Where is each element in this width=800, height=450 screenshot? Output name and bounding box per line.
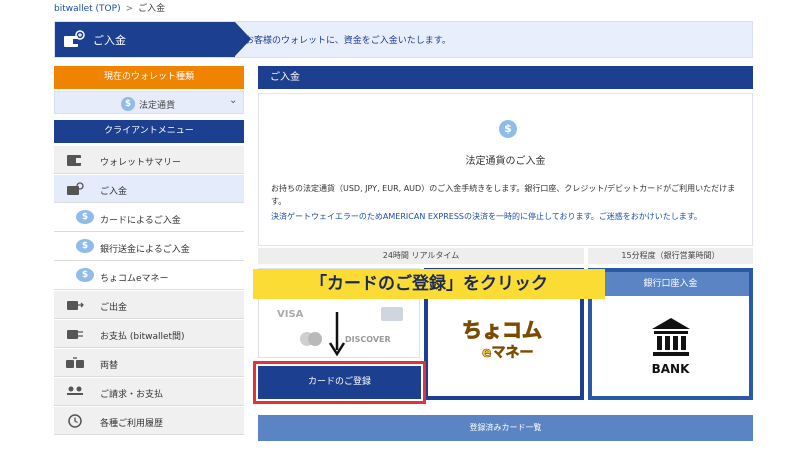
breadcrumb-current: ご入金 xyxy=(138,4,166,14)
sidebar-item-exchange[interactable]: 両替 xyxy=(54,349,244,377)
banner-tab: ご入金 xyxy=(55,22,251,57)
card-register-button[interactable]: カードのご登録 xyxy=(258,366,421,399)
current-wallet-label: 現在のウォレット種類 xyxy=(54,66,244,89)
sidebar-item-label: 各種ご利用履歴 xyxy=(100,419,164,429)
coin-icon: $ xyxy=(499,120,517,138)
registered-cards-header[interactable]: 登録済みカード一覧 xyxy=(258,415,753,441)
sidebar-item-bank-deposit[interactable]: $ 銀行送金によるご入金 xyxy=(54,233,244,261)
bank-label: BANK xyxy=(651,362,690,376)
banner-description: お客様のウォレットに、資金をご入金いたします。 xyxy=(245,36,451,46)
arrow-down-icon xyxy=(328,312,346,357)
sidebar-item-label: ちょコムeマネー xyxy=(100,274,169,284)
section-header: ご入金 xyxy=(258,66,753,89)
deposit-icon xyxy=(67,182,84,195)
coin-icon: $ xyxy=(76,239,94,253)
sidebar-item-label: ご請求・お支払 xyxy=(100,390,164,400)
visa-logo: VISA xyxy=(277,309,304,320)
bank-option[interactable]: 銀行口座入金 BANK xyxy=(588,268,753,400)
instruction-callout: 「カードのご登録」をクリック xyxy=(253,269,605,299)
sidebar-item-label: お支払 (bitwallet間) xyxy=(100,332,185,342)
sidebar-item-label: 銀行送金によるご入金 xyxy=(100,245,190,255)
currency-select[interactable]: $ 法定通貨 ⌄ xyxy=(54,91,244,114)
client-menu-header: クライアントメニュー xyxy=(54,120,244,143)
timing-realtime: 24時間 リアルタイム xyxy=(258,248,584,264)
users-icon xyxy=(67,386,83,395)
wallet-icon xyxy=(67,155,82,166)
bank-option-header: 銀行口座入金 xyxy=(592,272,749,296)
coin-icon: $ xyxy=(121,97,135,111)
chocom-logo: ちょコム xyxy=(462,318,543,343)
panel-title: 法定通貨のご入金 xyxy=(465,156,546,167)
sidebar-item-label: カードによるご入金 xyxy=(100,216,181,226)
sidebar-item-card-deposit[interactable]: $ カードによるご入金 xyxy=(54,204,244,232)
discover-logo: DISCOVER xyxy=(345,335,391,344)
sidebar-item-billing[interactable]: ご請求・お支払 xyxy=(54,378,244,406)
coin-icon: $ xyxy=(76,210,94,224)
sidebar-item-history[interactable]: 各種ご利用履歴 xyxy=(54,407,244,435)
panel-description: お持ちの法定通貨（USD, JPY, EUR, AUD）のご入金手続きをします。… xyxy=(271,184,736,206)
currency-value: 法定通貨 xyxy=(139,101,176,111)
sidebar-item-label: ウォレットサマリー xyxy=(100,158,182,168)
payment-icon xyxy=(67,330,83,339)
withdraw-icon xyxy=(67,301,84,310)
sidebar-item-label: 両替 xyxy=(100,361,119,371)
coin-icon: $ xyxy=(76,268,94,282)
sidebar-item-label: ご入金 xyxy=(100,187,128,197)
emoney-logo: eマネー xyxy=(482,345,534,362)
mastercard-icon xyxy=(300,332,322,346)
breadcrumb-separator: > xyxy=(125,4,134,14)
deposit-icon xyxy=(64,30,85,47)
breadcrumb: bitwallet (TOP) > ご入金 xyxy=(54,1,165,14)
timing-bank: 15分程度（銀行営業時間） xyxy=(588,248,753,264)
sidebar-item-payment[interactable]: お支払 (bitwallet間) xyxy=(54,320,244,348)
card-brand-icon xyxy=(381,307,403,321)
sidebar-item-wallet-summary[interactable]: ウォレットサマリー xyxy=(54,146,244,174)
exchange-icon xyxy=(66,357,84,368)
bank-icon xyxy=(652,318,690,356)
page-banner: ご入金 お客様のウォレットに、資金をご入金いたします。 xyxy=(54,21,753,58)
breadcrumb-home-link[interactable]: bitwallet (TOP) xyxy=(54,4,121,14)
banner-title: ご入金 xyxy=(93,34,126,47)
history-icon xyxy=(68,414,82,428)
sidebar-item-deposit[interactable]: ご入金 xyxy=(54,175,244,203)
chevron-down-icon: ⌄ xyxy=(229,95,238,106)
amex-notice: 決済ゲートウェイエラーのためAMERICAN EXPRESSの決済を一時的に停止… xyxy=(271,212,702,221)
sidebar-item-chocom-emoney[interactable]: $ ちょコムeマネー xyxy=(54,262,244,290)
sidebar-item-label: ご出金 xyxy=(100,303,128,313)
sidebar-item-withdraw[interactable]: ご出金 xyxy=(54,291,244,319)
deposit-info-panel: $ 法定通貨のご入金 お持ちの法定通貨（USD, JPY, EUR, AUD）の… xyxy=(258,93,753,246)
